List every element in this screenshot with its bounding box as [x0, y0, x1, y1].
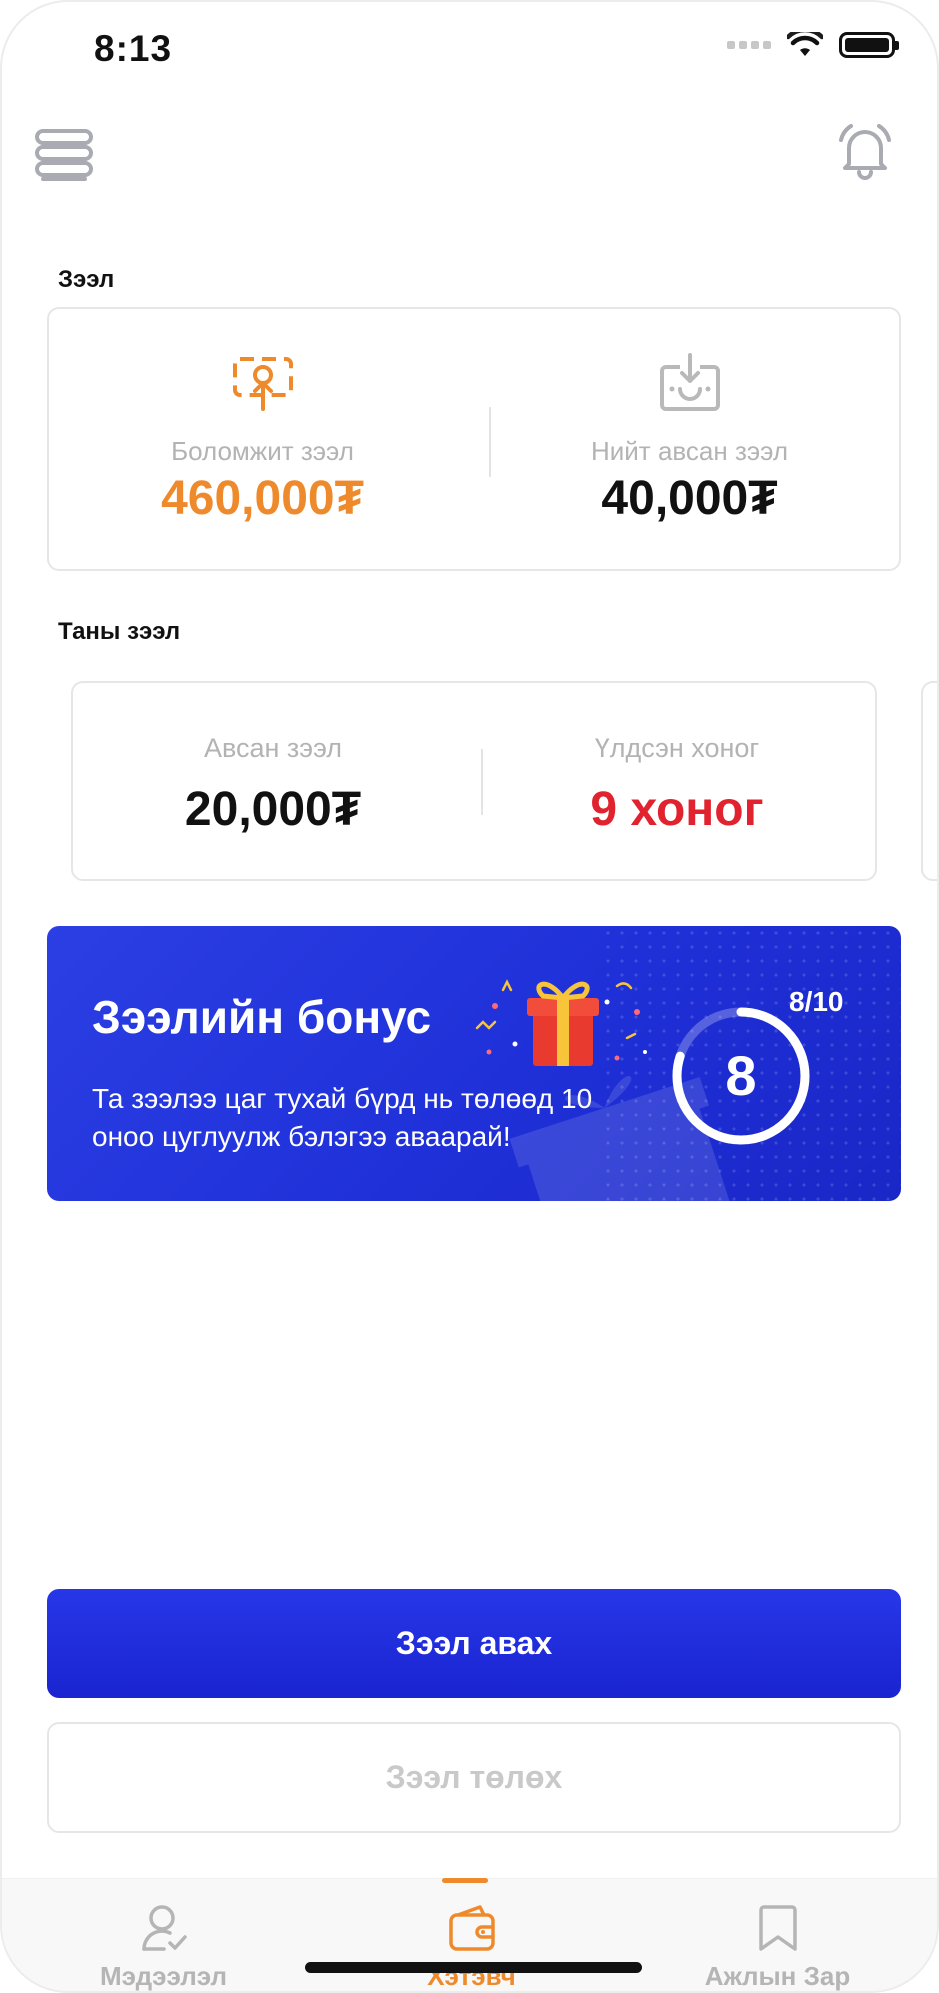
- remaining-days-value: 9 хоног: [590, 783, 764, 836]
- section-title-your-loan: Таны зээл: [58, 618, 181, 645]
- user-check-icon: [141, 1905, 187, 1951]
- loan-bonus-banner[interactable]: Зээлийн бонус Та зээлээ цаг тухай бүрд н…: [47, 926, 901, 1201]
- total-loan[interactable]: Нийт авсан зээл 40,000₮: [476, 309, 903, 569]
- taken-loan: Авсан зээл 20,000₮: [73, 683, 473, 879]
- status-icons: [727, 32, 899, 58]
- upload-money-icon: [232, 357, 293, 411]
- nav-label-info: Мэдээлэл: [100, 1961, 227, 1991]
- bell-icon[interactable]: [835, 120, 895, 182]
- home-indicator[interactable]: [305, 1962, 642, 1973]
- bonus-progress-value: 8: [725, 1044, 757, 1107]
- bonus-description: Та зээлээ цаг тухай бүрд нь төлөөд 10 он…: [92, 1083, 593, 1152]
- remaining-days: Үлдсэн хоног 9 хоног: [477, 683, 877, 879]
- battery-icon: [839, 32, 899, 58]
- nav-item-jobs[interactable]: Ажлын Зар: [621, 1879, 934, 1991]
- total-loan-amount: 40,000₮: [601, 472, 778, 525]
- section-title-loan: Зээл: [58, 266, 115, 293]
- taken-loan-caption: Авсан зээл: [203, 733, 343, 763]
- wallet-icon: [448, 1905, 495, 1951]
- nav-item-wallet[interactable]: Хэтэвч: [315, 1879, 628, 1991]
- phone-screen: 8:13 Зээл Боломжит зээл 460,000₮ Нийт ав…: [0, 0, 939, 1993]
- menu-icon[interactable]: [34, 128, 94, 188]
- total-loan-caption: Нийт авсан зээл: [590, 436, 789, 466]
- pay-loan-button[interactable]: Зээл төлөх: [47, 1722, 901, 1833]
- remaining-days-caption: Үлдсэн хоног: [594, 733, 760, 763]
- bonus-title: Зээлийн бонус: [92, 991, 432, 1043]
- available-loan-amount: 460,000₮: [161, 472, 364, 525]
- download-money-icon: [659, 353, 720, 411]
- nav-item-info[interactable]: Мэдээлэл: [7, 1879, 320, 1991]
- active-tab-indicator: [442, 1878, 488, 1883]
- bookmark-icon: [758, 1905, 797, 1951]
- take-loan-button[interactable]: Зээл авах: [47, 1589, 901, 1698]
- signal-icon: [727, 41, 771, 49]
- next-loan-card-peek[interactable]: [921, 681, 937, 881]
- status-time: 8:13: [94, 28, 173, 69]
- available-loan-caption: Боломжит зээл: [171, 436, 354, 466]
- wifi-icon: [787, 32, 823, 56]
- loan-summary-card: Боломжит зээл 460,000₮ Нийт авсан зээл 4…: [47, 307, 901, 571]
- available-loan[interactable]: Боломжит зээл 460,000₮: [49, 309, 476, 569]
- taken-loan-amount: 20,000₮: [184, 783, 362, 836]
- bottom-nav: Мэдээлэл Хэтэвч Ажлын Зар: [2, 1878, 937, 1991]
- your-loan-card[interactable]: Авсан зээл 20,000₮ Үлдсэн хоног 9 хоног: [71, 681, 877, 881]
- nav-label-jobs: Ажлын Зар: [704, 1961, 851, 1991]
- gift-icon: [475, 979, 647, 1066]
